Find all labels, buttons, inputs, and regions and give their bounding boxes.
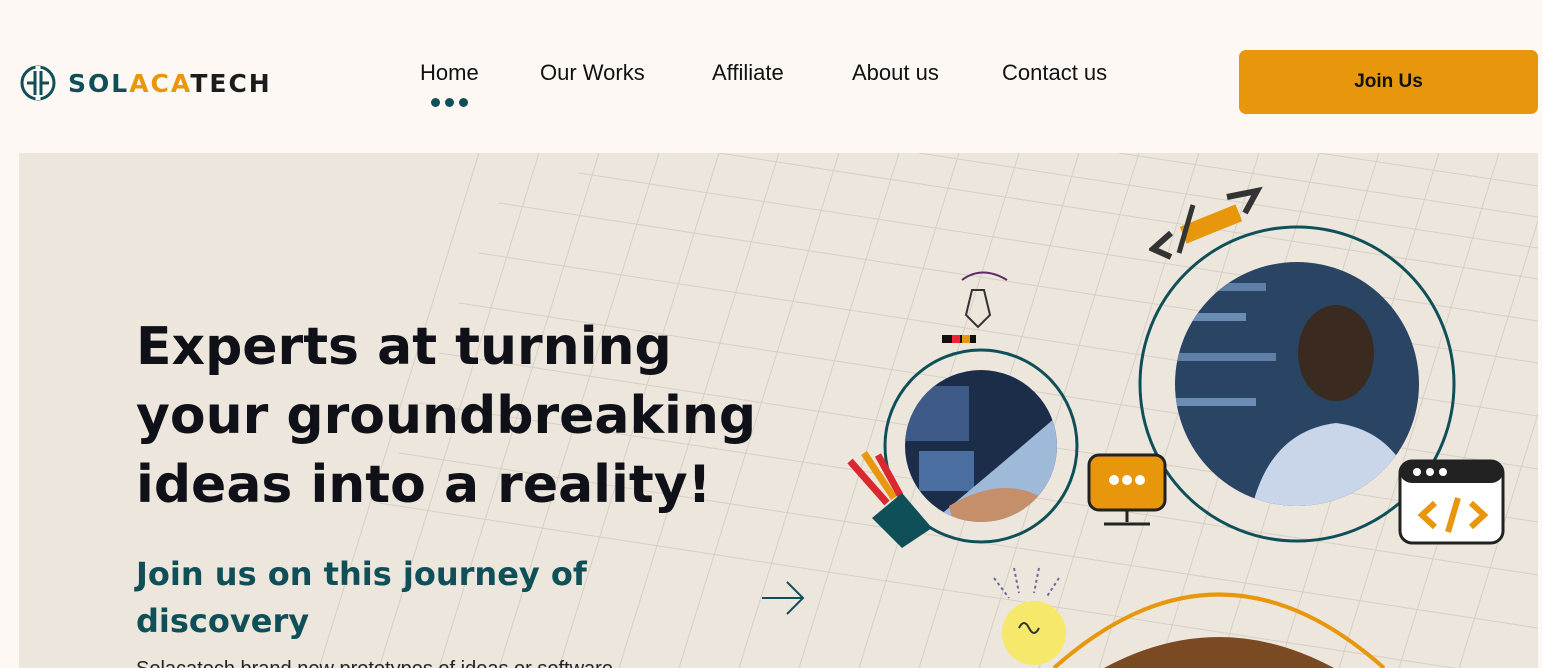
hero-headline: Experts at turning your groundbreaking i… bbox=[136, 317, 757, 515]
brand-name-part-3: TECH bbox=[190, 68, 272, 98]
site-header: SOLACATECH Home Our Works Affiliate Abou… bbox=[0, 0, 1542, 153]
hero-section: Experts at turning your groundbreaking i… bbox=[19, 153, 1538, 668]
brand-logo[interactable]: SOLACATECH bbox=[18, 63, 272, 103]
arrow-right-icon[interactable] bbox=[759, 578, 809, 618]
brand-name-part-1: SOL bbox=[68, 68, 130, 98]
decorative-circle bbox=[1052, 592, 1386, 668]
nav-item-about-us[interactable]: About us bbox=[852, 60, 939, 86]
pen-tool-icon bbox=[942, 271, 1008, 343]
nav-item-our-works[interactable]: Our Works bbox=[540, 60, 645, 86]
monitor-chat-icon bbox=[1087, 453, 1167, 526]
pencil-code-icon bbox=[1149, 186, 1263, 260]
brand-wordmark: SOLACATECH bbox=[68, 69, 272, 98]
code-window-icon bbox=[1398, 459, 1505, 545]
join-us-button[interactable]: Join Us bbox=[1239, 50, 1538, 114]
hero-subheadline: Join us on this journey of discovery bbox=[136, 555, 587, 640]
active-nav-indicator bbox=[431, 98, 468, 107]
logo-mark-icon bbox=[20, 65, 56, 101]
pen-holder-icon bbox=[847, 451, 932, 548]
nav-item-contact-us[interactable]: Contact us bbox=[1002, 60, 1107, 86]
brand-name-part-2: ACA bbox=[129, 68, 191, 98]
nav-item-affiliate[interactable]: Affiliate bbox=[712, 60, 784, 86]
hero-body-text: Solacatech brand new prototypes of ideas… bbox=[136, 658, 613, 668]
nav-item-home[interactable]: Home bbox=[420, 60, 479, 86]
